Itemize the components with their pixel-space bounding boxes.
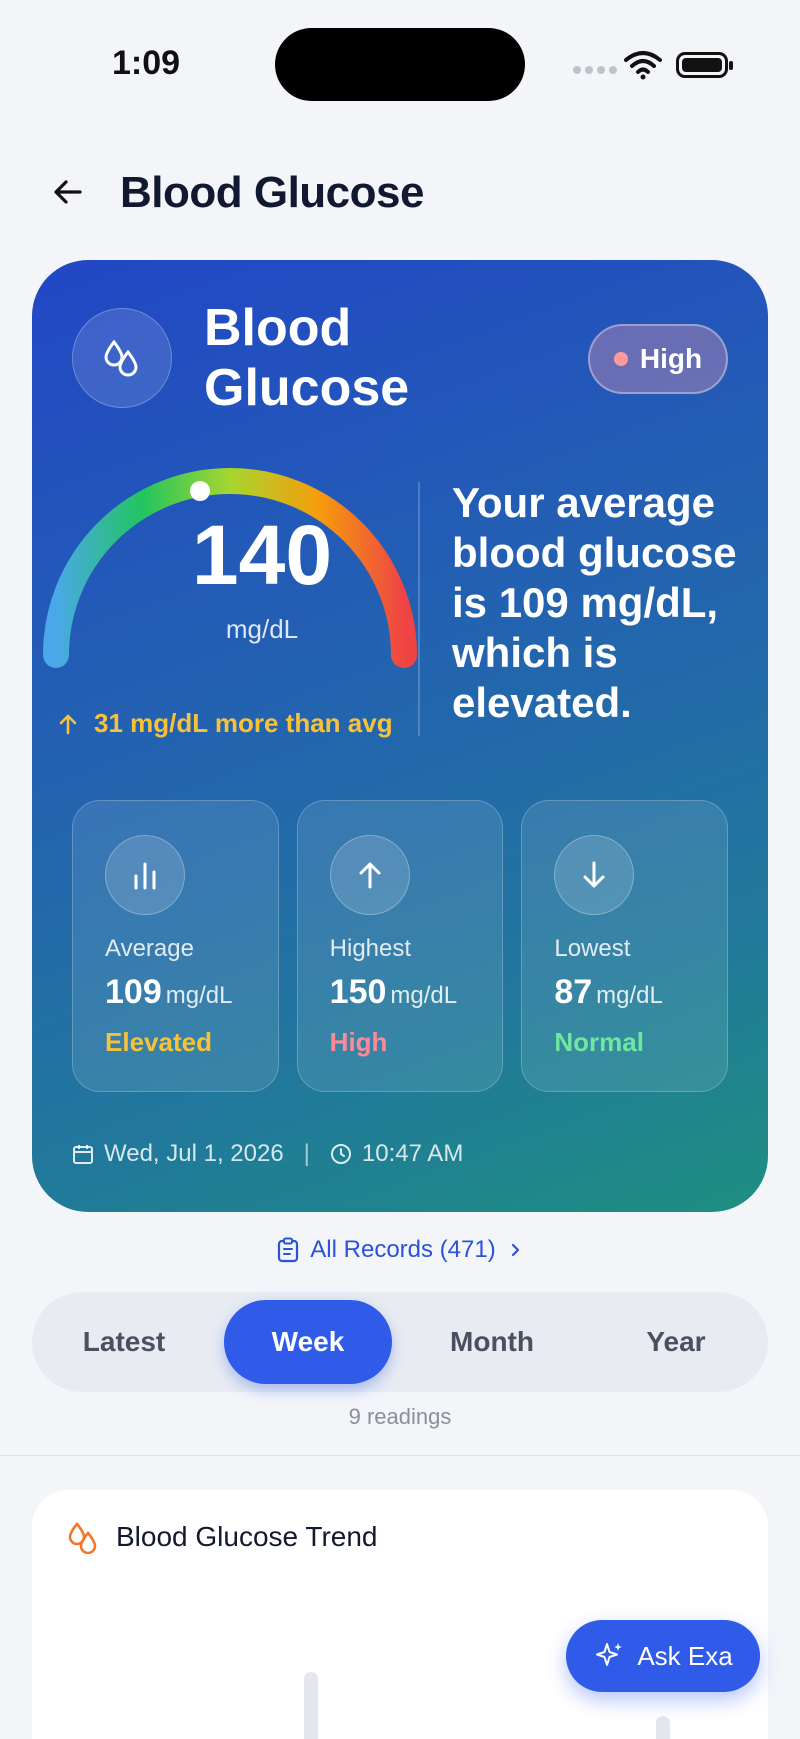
current-reading: 140 — [191, 508, 333, 602]
card-title: Blood Glucose — [204, 299, 410, 417]
arrow-up-icon — [59, 714, 77, 734]
stat-value: 150 mg/dL — [329, 973, 458, 1011]
status-dot — [613, 352, 628, 366]
bar-chart-icon — [105, 835, 185, 915]
back-button[interactable] — [44, 168, 92, 216]
dynamic-island — [275, 28, 525, 101]
stat-lowest: Lowest 87 mg/dL Normal — [521, 800, 729, 1092]
drop-icon — [72, 308, 172, 408]
status-badge-label: High — [639, 343, 703, 374]
stat-label: Lowest — [554, 935, 631, 962]
status-bar: 1:09 — [0, 0, 800, 120]
all-records-label: All Records (471) — [310, 1236, 496, 1263]
sparkle-icon — [596, 1643, 623, 1666]
trend-header: Blood Glucose Trend — [66, 1520, 378, 1554]
trend-card: Blood Glucose Trend — [32, 1490, 768, 1739]
tab-year[interactable]: Year — [592, 1300, 760, 1384]
chevron-right-icon — [511, 1243, 519, 1257]
reading-date: Wed, Jul 1, 2026 — [104, 1140, 284, 1167]
period-tabs: Latest Week Month Year — [32, 1292, 768, 1392]
divider — [418, 482, 420, 736]
page-header: Blood Glucose — [0, 150, 800, 240]
ask-exa-button[interactable]: Ask Exa — [566, 1620, 760, 1692]
all-records-link[interactable]: All Records (471) — [0, 1228, 800, 1272]
reading-timestamp: Wed, Jul 1, 2026 | 10:47 AM — [72, 1140, 463, 1168]
trend-bar — [304, 1672, 318, 1739]
arrow-up-icon — [329, 835, 410, 915]
trend-bar — [656, 1716, 670, 1739]
tab-latest[interactable]: Latest — [40, 1300, 208, 1384]
stat-value: 109 mg/dL — [105, 973, 233, 1011]
delta-from-average: 31 mg/dL more than avg — [56, 708, 393, 739]
stat-value: 87 mg/dL — [554, 973, 663, 1011]
stat-status: Elevated — [105, 1027, 212, 1057]
stats-row: Average 109 mg/dL Elevated Highest 150 mg/… — [72, 800, 729, 1092]
tab-month[interactable]: Month — [408, 1300, 576, 1384]
ask-exa-label: Ask Exa — [637, 1640, 733, 1671]
stat-highest: Highest 150 mg/dL High — [296, 800, 504, 1092]
current-reading-unit: mg/dL — [225, 614, 299, 644]
separator: | — [303, 1140, 310, 1167]
stat-label: Average — [105, 935, 194, 962]
arrow-down-icon — [554, 835, 635, 915]
delta-text: 31 mg/dL more than avg — [94, 708, 393, 738]
readings-count: 9 readings — [348, 1404, 452, 1429]
tab-week[interactable]: Week — [224, 1300, 392, 1384]
stat-status: High — [329, 1027, 388, 1057]
status-time: 1:09 — [112, 44, 181, 82]
battery-icon — [676, 52, 733, 78]
divider — [0, 1455, 800, 1456]
gauge-marker — [190, 481, 210, 501]
calendar-icon — [73, 1145, 93, 1164]
stat-status: Normal — [554, 1027, 644, 1057]
stat-label: Highest — [329, 935, 412, 962]
wifi-icon — [624, 51, 662, 80]
arrow-left-icon — [54, 180, 82, 204]
summary-text: Your average blood glucose is 109 mg/dL,… — [452, 479, 737, 726]
trend-title: Blood Glucose Trend — [116, 1521, 378, 1552]
reading-time: 10:47 AM — [361, 1140, 464, 1167]
glucose-summary-card: Blood Glucose High 140 mg/dL 31 mg/dL mo… — [32, 260, 768, 1212]
stat-average: Average 109 mg/dL Elevated — [72, 800, 279, 1092]
page-title: Blood Glucose — [120, 168, 424, 217]
status-badge: High — [588, 324, 728, 394]
signal-icon — [573, 66, 617, 74]
clock-icon — [330, 1144, 351, 1164]
clipboard-icon — [278, 1237, 299, 1263]
drop-icon — [68, 1522, 97, 1554]
